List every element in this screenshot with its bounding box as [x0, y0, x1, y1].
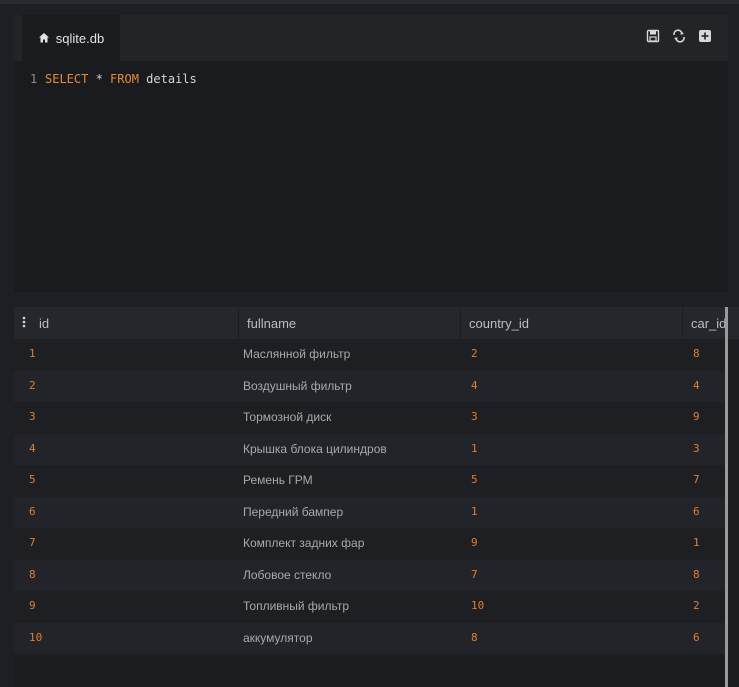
keyword-select: SELECT — [45, 72, 89, 86]
grid-header: id fullname country_id car_id — [14, 307, 739, 339]
keyword-from: FROM — [110, 72, 139, 86]
results-grid: id fullname country_id car_id 1 Маслянной… — [14, 307, 739, 687]
cell-fullname: Комплект задних фар — [243, 536, 365, 550]
cell-country-id: 2 — [471, 347, 478, 360]
editor-toolbar — [646, 29, 712, 43]
vertical-scrollbar[interactable] — [725, 307, 728, 687]
table-row[interactable]: 4 Крышка блока цилиндров 1 3 — [14, 433, 726, 465]
cell-country-id: 7 — [471, 567, 478, 581]
sql-editor-panel: sqlite.db 1 SELECT * FROM details — [14, 15, 728, 292]
add-tab-icon[interactable] — [698, 29, 712, 43]
column-divider[interactable] — [682, 307, 683, 339]
cell-country-id: 9 — [471, 536, 478, 549]
table-row[interactable]: 1 Маслянной фильтр 2 8 — [14, 339, 726, 371]
cell-id: 3 — [29, 410, 36, 423]
code-line[interactable]: 1 SELECT * FROM details — [14, 70, 728, 90]
table-row[interactable]: 9 Топливный фильтр 10 2 — [14, 591, 726, 623]
cell-car-id: 7 — [693, 473, 700, 486]
cell-car-id: 8 — [693, 567, 700, 581]
cell-country-id: 4 — [471, 378, 478, 392]
code-mid: * — [88, 72, 111, 86]
cell-car-id: 6 — [693, 630, 700, 644]
cell-country-id: 1 — [471, 441, 478, 455]
cell-car-id: 3 — [693, 441, 700, 455]
cell-fullname: Ремень ГРМ — [243, 473, 313, 487]
cell-car-id: 6 — [693, 504, 700, 518]
column-divider[interactable] — [460, 307, 461, 339]
cell-car-id: 9 — [693, 410, 700, 423]
cell-country-id: 1 — [471, 504, 478, 518]
cell-country-id: 10 — [471, 599, 485, 612]
cell-country-id: 8 — [471, 630, 478, 644]
cell-fullname: Лобовое стекло — [243, 567, 332, 582]
column-header-id[interactable]: id — [39, 316, 49, 331]
line-number: 1 — [30, 72, 38, 86]
table-name: details — [138, 72, 197, 86]
cell-fullname: Передний бампер — [243, 504, 344, 519]
table-row[interactable]: 6 Передний бампер 1 6 — [14, 496, 726, 528]
cell-car-id: 1 — [693, 536, 700, 549]
save-icon[interactable] — [646, 29, 660, 43]
tab-label: sqlite.db — [55, 30, 105, 46]
cell-fullname: Топливный фильтр — [243, 599, 349, 613]
cell-car-id: 2 — [693, 599, 700, 612]
cell-car-id: 4 — [693, 378, 700, 392]
cell-id: 4 — [29, 441, 36, 455]
tab-sqlite-db[interactable]: sqlite.db — [22, 15, 120, 61]
table-row[interactable]: 7 Комплект задних фар 9 1 — [14, 528, 726, 560]
cell-country-id: 5 — [471, 473, 478, 486]
table-row[interactable]: 8 Лобовое стекло 7 8 — [14, 559, 726, 591]
cell-id: 7 — [29, 536, 36, 549]
cell-id: 5 — [29, 473, 36, 486]
cell-id: 8 — [29, 567, 36, 581]
cell-id: 9 — [29, 599, 36, 612]
column-divider[interactable] — [238, 307, 239, 339]
sql-query[interactable]: SELECT * FROM details — [45, 70, 197, 88]
cell-fullname: Тормозной диск — [243, 410, 332, 424]
column-header-fullname[interactable]: fullname — [247, 316, 296, 331]
cell-id: 1 — [29, 347, 36, 360]
home-icon — [38, 33, 49, 43]
cell-country-id: 3 — [471, 410, 478, 423]
table-row[interactable]: 10 аккумулятор 8 6 — [14, 622, 726, 654]
refresh-icon[interactable] — [672, 29, 686, 43]
cell-fullname: Маслянной фильтр — [243, 347, 351, 361]
cell-fullname: Воздушный фильтр — [243, 378, 352, 393]
cell-id: 6 — [29, 504, 36, 518]
cell-car-id: 8 — [693, 347, 700, 360]
cell-fullname: аккумулятор — [243, 630, 313, 645]
table-row[interactable]: 2 Воздушный фильтр 4 4 — [14, 370, 726, 402]
top-border — [0, 0, 739, 4]
table-row[interactable]: 5 Ремень ГРМ 5 7 — [14, 465, 726, 497]
column-header-country-id[interactable]: country_id — [469, 316, 529, 331]
table-row[interactable]: 3 Тормозной диск 3 9 — [14, 402, 726, 434]
cell-id: 2 — [29, 378, 36, 392]
column-header-car-id[interactable]: car_id — [691, 316, 726, 331]
cell-id: 10 — [29, 630, 43, 644]
cell-fullname: Крышка блока цилиндров — [243, 441, 387, 456]
editor-tab-bar: sqlite.db — [14, 15, 728, 61]
column-menu-icon[interactable] — [22, 316, 26, 328]
